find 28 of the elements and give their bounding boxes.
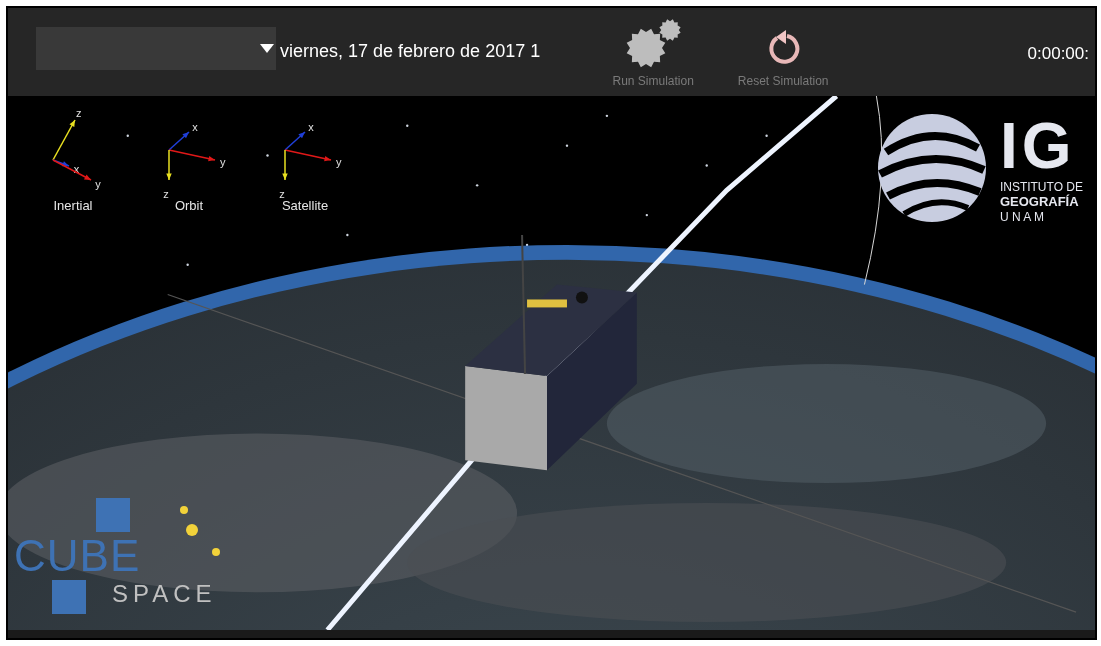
axis-label: x <box>73 162 80 175</box>
striped-globe-icon <box>875 112 988 224</box>
axis-label: y <box>95 177 101 190</box>
gears-icon <box>624 18 683 68</box>
dropdown-caret-icon <box>260 43 274 54</box>
date-text: viernes, 17 de febrero de 2017 1 <box>280 40 541 63</box>
logo-square <box>96 498 130 532</box>
frame-label: Orbit <box>174 197 204 215</box>
simulation-button[interactable]: Reset Simulation <box>728 10 839 90</box>
frame-label: Satellite <box>281 198 329 215</box>
clock: 0:00:00: <box>1027 43 1089 65</box>
frame-label: Inertial <box>53 197 93 215</box>
axis-label: y <box>220 155 226 168</box>
axis-label: z <box>163 188 169 198</box>
axis-label: x <box>308 120 314 133</box>
logo-text: INSTITUTO DE <box>999 180 1083 193</box>
simulation-button[interactable]: Run Simulation <box>598 10 709 90</box>
logo-square <box>52 580 86 614</box>
logo-text: GEOGRAFÍA <box>999 194 1080 208</box>
axis-label: x <box>192 120 198 133</box>
logo-text: U N A M <box>999 210 1045 223</box>
axis-label: y <box>336 155 342 168</box>
axis-label: z <box>279 188 285 198</box>
date-select[interactable] <box>36 27 276 70</box>
logo-word: CUBE <box>14 534 141 578</box>
logo-subword: SPACE <box>112 582 217 606</box>
axis-label: z <box>76 107 82 119</box>
logo-letters: IG <box>999 113 1077 178</box>
